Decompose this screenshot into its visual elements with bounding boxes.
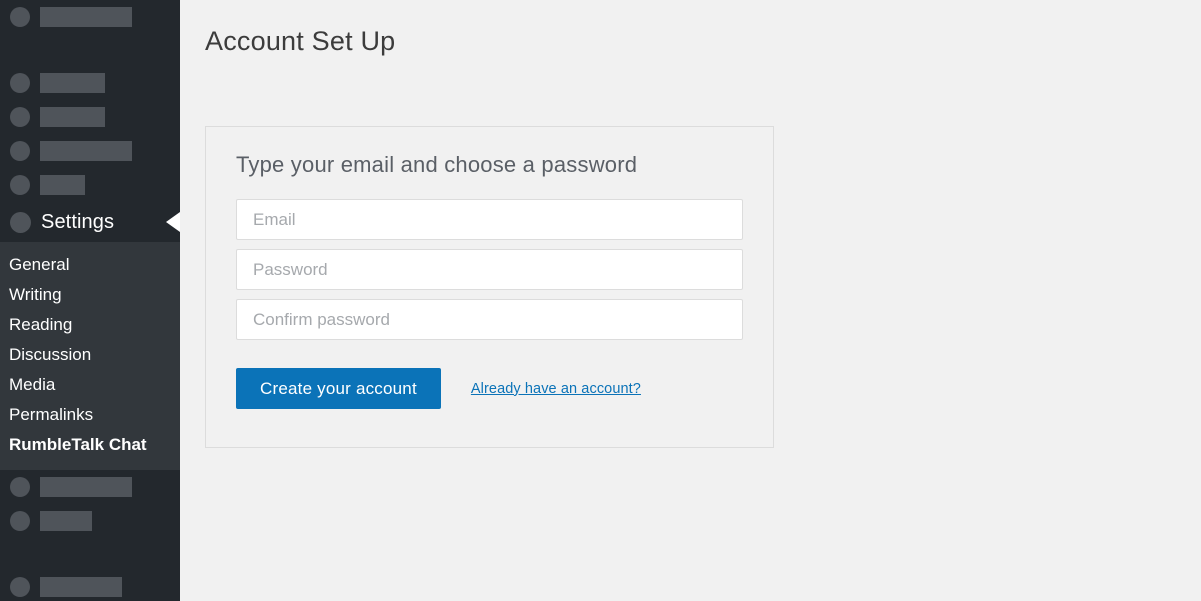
menu-bullet-icon <box>10 511 30 531</box>
menu-label-placeholder <box>40 477 132 497</box>
submenu-item-media[interactable]: Media <box>0 370 180 400</box>
submenu-item-reading[interactable]: Reading <box>0 310 180 340</box>
menu-bullet-icon <box>10 577 30 597</box>
menu-label-placeholder <box>40 141 132 161</box>
sidebar-item-settings[interactable]: Settings <box>0 202 180 242</box>
create-account-button[interactable]: Create your account <box>236 368 441 409</box>
sidebar-item-6[interactable] <box>0 470 180 504</box>
menu-label-placeholder <box>40 577 122 597</box>
already-have-account-link[interactable]: Already have an account? <box>471 381 641 397</box>
menu-label-placeholder <box>40 107 105 127</box>
submenu-item-discussion[interactable]: Discussion <box>0 340 180 370</box>
menu-bullet-icon <box>10 141 30 161</box>
submenu-item-permalinks[interactable]: Permalinks <box>0 400 180 430</box>
card-heading: Type your email and choose a password <box>236 152 638 177</box>
sidebar-item-4[interactable] <box>0 134 180 168</box>
account-setup-card: Type your email and choose a password Cr… <box>205 126 774 448</box>
sidebar-item-label: Settings <box>41 211 115 233</box>
app-root: Settings General Writing Reading Discuss… <box>0 0 1201 601</box>
confirm-password-input[interactable] <box>236 299 743 340</box>
page-title: Account Set Up <box>205 26 396 56</box>
menu-bullet-icon <box>10 107 30 127</box>
submenu-item-general[interactable]: General <box>0 250 180 280</box>
password-input[interactable] <box>236 249 743 290</box>
menu-label-placeholder <box>40 73 105 93</box>
sidebar-item-2[interactable] <box>0 66 180 100</box>
sidebar-item-5[interactable] <box>0 168 180 202</box>
menu-label-placeholder <box>40 511 92 531</box>
sidebar-item-8[interactable] <box>0 570 180 601</box>
sidebar-item-7[interactable] <box>0 504 180 538</box>
signup-form <box>206 178 773 340</box>
menu-bullet-icon <box>10 477 30 497</box>
sidebar-item-1[interactable] <box>0 0 180 34</box>
sidebar-top-group <box>0 0 180 34</box>
main-content: Account Set Up Type your email and choos… <box>180 0 1201 601</box>
menu-bullet-icon <box>10 211 31 233</box>
menu-bullet-icon <box>10 175 30 195</box>
triangle-left-icon <box>166 212 180 232</box>
form-actions: Create your account Already have an acco… <box>206 349 773 409</box>
submenu-item-rumbletalk-chat[interactable]: RumbleTalk Chat <box>0 430 180 460</box>
menu-bullet-icon <box>10 7 30 27</box>
email-input[interactable] <box>236 199 743 240</box>
sidebar-middle-group <box>0 66 180 202</box>
settings-submenu: General Writing Reading Discussion Media… <box>0 242 180 470</box>
menu-bullet-icon <box>10 73 30 93</box>
sidebar-item-3[interactable] <box>0 100 180 134</box>
admin-sidebar: Settings General Writing Reading Discuss… <box>0 0 180 601</box>
submenu-item-writing[interactable]: Writing <box>0 280 180 310</box>
menu-label-placeholder <box>40 7 132 27</box>
sidebar-bottom-group <box>0 470 180 601</box>
menu-label-placeholder <box>40 175 85 195</box>
